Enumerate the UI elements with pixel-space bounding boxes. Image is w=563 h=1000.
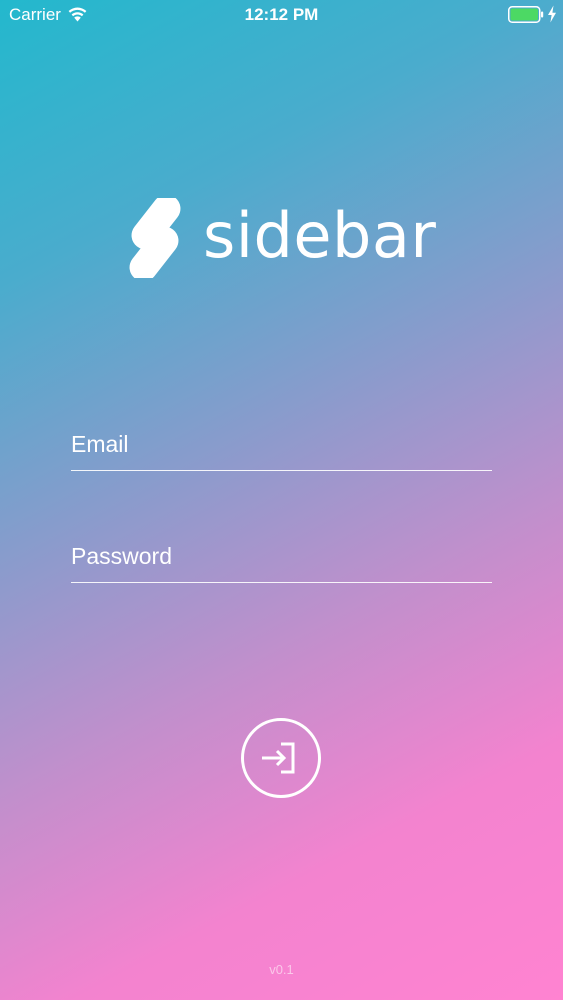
sign-in-icon — [262, 742, 295, 774]
password-field-container — [71, 530, 492, 583]
status-bar: Carrier 12:12 PM — [0, 0, 563, 30]
login-button[interactable] — [241, 718, 321, 798]
logo-wordmark: sidebar — [203, 199, 437, 272]
app-logo: sidebar — [123, 198, 443, 278]
battery-fill — [510, 8, 538, 21]
email-field-container — [71, 418, 492, 471]
password-input[interactable] — [71, 538, 492, 574]
app-version: v0.1 — [269, 962, 294, 977]
status-time: 12:12 PM — [244, 5, 319, 24]
sidebar-s-logo-icon — [129, 198, 181, 278]
login-screen: Carrier 12:12 PM sidebar Email v0.1 — [0, 0, 563, 1000]
battery-icon — [508, 6, 544, 23]
email-input[interactable] — [71, 426, 492, 462]
bolt-icon — [548, 5, 556, 23]
